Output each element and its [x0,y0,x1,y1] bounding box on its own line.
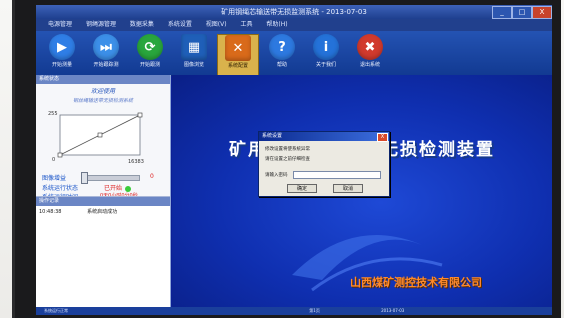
exit-label: 退出系统 [359,62,380,68]
info-icon: i [313,34,339,60]
menu-help[interactable]: 帮助(H) [266,19,287,31]
dialog-close-button[interactable]: X [377,133,388,142]
start-measure-label: 开始测量 [51,62,72,68]
gain-label: 图像增益 [42,175,67,182]
close-window-button[interactable]: X [532,6,552,19]
menu-view[interactable]: 视图(V) [206,19,227,31]
menu-rope-source[interactable]: 钢绳源管理 [86,19,116,31]
log-row[interactable]: 10:48:38 系统启动成功 [39,208,117,215]
start-measure-button[interactable]: ▶ 开始测量 [42,34,82,74]
image-browse-icon: ▦ [181,34,207,60]
play-icon: ▶ [49,34,75,60]
menu-power[interactable]: 电源管理 [48,19,72,31]
curve-handle-mid[interactable] [97,132,103,138]
menu-data-acquisition[interactable]: 数据采集 [130,19,154,31]
log-event: 系统启动成功 [87,209,118,215]
window-title: 矿用钢绳芯输送带无损监测系统 - 2013-07-03 [221,8,367,16]
password-input[interactable] [293,171,381,179]
image-browse-button[interactable]: ▦ 图像浏览 [174,34,214,74]
y-min-label: 0 [52,157,55,163]
status-indicator-icon [125,185,132,192]
log-title: 操作记录 [36,197,170,206]
system-settings-dialog: 系统设置 X 修改设置将使系统异常 请在设置之前仔细检查 请输入密码 确定 取消 [258,131,390,197]
dialog-warning-line2: 请在设置之前仔细检查 [265,157,310,162]
menu-tools[interactable]: 工具 [240,19,252,31]
system-name-text: 钢丝绳输送带无损检测系统 [72,98,133,104]
gain-value: 0 [150,173,154,180]
help-label: 帮助 [276,62,287,68]
toolbar: ▶ 开始测量 ⏭ 开始跟踪测 ⟳ 开始跟测 ▦ 图像浏览 ✕ 系统配置 ? 帮助… [36,31,552,76]
exit-button[interactable]: ✖ 退出系统 [350,34,390,74]
window-titlebar: 矿用钢绳芯输送带无损监测系统 - 2013-07-03 _ □ X [36,5,552,19]
minimize-button[interactable]: _ [492,6,512,19]
tools-icon: ✕ [225,35,251,61]
run-status-text: 已开始 [104,185,123,192]
ok-button[interactable]: 确定 [287,184,317,193]
app-window: 矿用钢绳芯输送带无损监测系统 - 2013-07-03 _ □ X 电源管理 钢… [36,5,552,315]
help-icon: ? [269,34,295,60]
run-status-value: 已开始 [104,183,132,192]
refresh-icon: ⟳ [137,34,163,60]
y-max-label: 255 [48,111,58,117]
system-config-button[interactable]: ✕ 系统配置 [217,34,259,76]
menu-bar: 电源管理 钢绳源管理 数据采集 系统设置 视图(V) 工具 帮助(H) [36,19,552,31]
gain-slider-track[interactable] [84,175,140,181]
status-message: 系统运行正常 [44,308,68,313]
start-follow-button[interactable]: ⟳ 开始跟测 [130,34,170,74]
help-button[interactable]: ? 帮助 [262,34,302,74]
curve-handle-start[interactable] [57,152,63,158]
x-max-label: 16383 [128,159,144,165]
welcome-text: 欢迎使用 [90,88,115,95]
status-page: 第1页 [309,308,320,313]
company-name: 山西煤矿测控技术有限公司 [350,276,482,289]
start-track-label: 开始跟踪测 [93,62,119,68]
password-label: 请输入密码 [265,173,288,178]
about-button[interactable]: i 关于我们 [306,34,346,74]
status-date: 2013-07-03 [381,308,405,313]
dialog-warning-line1: 修改设置将使系统异常 [265,147,310,152]
system-config-label: 系统配置 [227,63,248,69]
status-panel-title: 系统状态 [36,75,170,84]
maximize-button[interactable]: □ [512,6,532,19]
exit-icon: ✖ [357,34,383,60]
menu-system-settings[interactable]: 系统设置 [168,19,192,31]
curve-handle-end[interactable] [137,112,143,118]
gain-curve-svg: 255 0 16383 [48,111,144,165]
start-follow-label: 开始跟测 [139,62,160,68]
cancel-button[interactable]: 取消 [333,184,363,193]
dialog-title: 系统设置 [259,132,389,141]
status-panel: 系统状态 欢迎使用 钢丝绳输送带无损检测系统 255 0 16383 图像增益 … [36,75,171,308]
log-time: 10:48:38 [39,209,62,215]
skip-icon: ⏭ [93,34,119,60]
status-bar: 系统运行正常 第1页 2013-07-03 [36,307,552,315]
gain-curve-chart: 255 0 16383 [48,107,158,165]
run-status-label: 系统运行状态 [42,185,79,192]
image-browse-label: 图像浏览 [183,62,204,68]
gain-slider-thumb[interactable] [81,172,88,184]
start-track-button[interactable]: ⏭ 开始跟踪测 [86,34,126,74]
operation-log: 操作记录 10:48:38 系统启动成功 [36,196,170,308]
about-label: 关于我们 [315,62,336,68]
